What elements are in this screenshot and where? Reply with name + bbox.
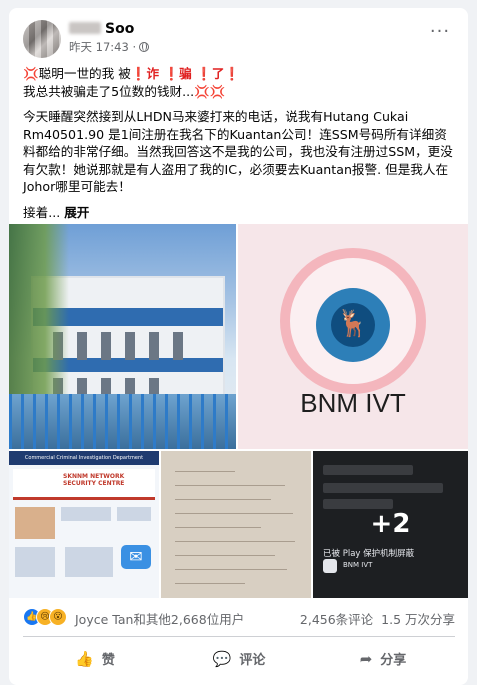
engagement-counts: 2,456条评论 1.5 万次分享 [300,609,455,628]
bnm-ivt-label: BNM IVT [300,388,406,418]
post-line-1: 💢聪明一世的我 被❗诈 ❗骗 ❗了❗ [23,65,455,83]
doc-header: Commercial Criminal Investigation Depart… [9,451,159,465]
author-name-row: Soo [69,20,149,38]
comment-button[interactable]: 💬 评论 [167,641,311,677]
like-label: 赞 [101,653,115,668]
share-button[interactable]: ➦ 分享 [311,641,455,677]
app-icon [323,559,337,573]
photo-bnm-ivt-logo[interactable]: 🦌 BNM IVT [238,224,468,449]
reaction-names[interactable]: Joyce Tan和其他2,668位用户 [75,609,244,628]
like-button[interactable]: 👍 赞 [23,641,167,677]
doc-band: SKNNM NETWORK SECURITY CENTRE [13,469,155,500]
play-protect-label: 已被 Play 保护机制屏蔽 [323,549,415,559]
avatar[interactable] [23,20,61,58]
post-ellipsis: 接着... [23,204,65,220]
see-more-link[interactable]: 展开 [64,205,89,220]
post-line-2: 我总共被骗走了5位数的钱财...💢💢 [23,83,226,99]
media-grid: 🦌 BNM IVT Commercial Criminal Investigat… [9,224,468,598]
post-meta: 昨天 17:43 · [69,40,150,55]
share-count[interactable]: 1.5 万次分享 [381,612,455,627]
share-icon: ➦ [359,650,373,668]
post-card: Soo 昨天 17:43 · ··· 💢聪明一世的我 被❗诈 ❗骗 ❗了❗ 我总… [9,8,468,685]
comment-icon: 💬 [212,650,232,668]
author-block: Soo 昨天 17:43 · [69,20,150,55]
post-line-1a: 💢聪明一世的我 被 [23,66,131,81]
share-label: 分享 [380,653,407,668]
photo-more-overlay[interactable]: +2 已被 Play 保护机制屏蔽 BNM IVT [313,451,468,598]
more-photos-count: +2 [370,509,411,539]
post-header: Soo 昨天 17:43 · ··· [9,8,468,58]
photo-building[interactable] [9,224,236,449]
fence-shape [9,394,236,449]
post-line-1b: ❗诈 ❗骗 ❗了❗ [130,66,241,81]
action-bar: 👍 赞 💬 评论 ➦ 分享 [23,641,455,677]
mail-icon: ✉ [121,545,151,569]
author-name[interactable]: Soo [105,21,134,37]
doc-title: SKNNM NETWORK SECURITY CENTRE [63,473,125,487]
deer-icon: 🦌 [336,309,370,339]
wow-icon[interactable]: 😮 [49,608,67,626]
photo-document[interactable]: Commercial Criminal Investigation Depart… [9,451,159,598]
more-options-button[interactable]: ··· [426,22,454,50]
reaction-bar: 👍 😢 😮 Joyce Tan和其他2,668位用户 2,456条评论 1.5 … [23,606,455,628]
blurred-name [69,22,101,34]
post-timestamp[interactable]: 昨天 17:43 · [69,40,136,54]
post-line-more: 接着... 展开 [23,204,455,222]
globe-icon [139,42,150,52]
app-name: BNM IVT [343,561,373,569]
photo-handwritten-note[interactable] [161,451,311,598]
comment-count[interactable]: 2,456条评论 [300,612,373,627]
divider [23,636,455,637]
post-text: 💢聪明一世的我 被❗诈 ❗骗 ❗了❗ 我总共被骗走了5位数的钱财...💢💢 今天… [23,65,455,221]
thumbs-up-icon: 👍 [75,650,94,668]
comment-label: 评论 [239,653,266,668]
post-paragraph: 今天睡醒突然接到从LHDN马来婆打来的电话，说我有Hutang Cukai Rm… [23,109,453,194]
